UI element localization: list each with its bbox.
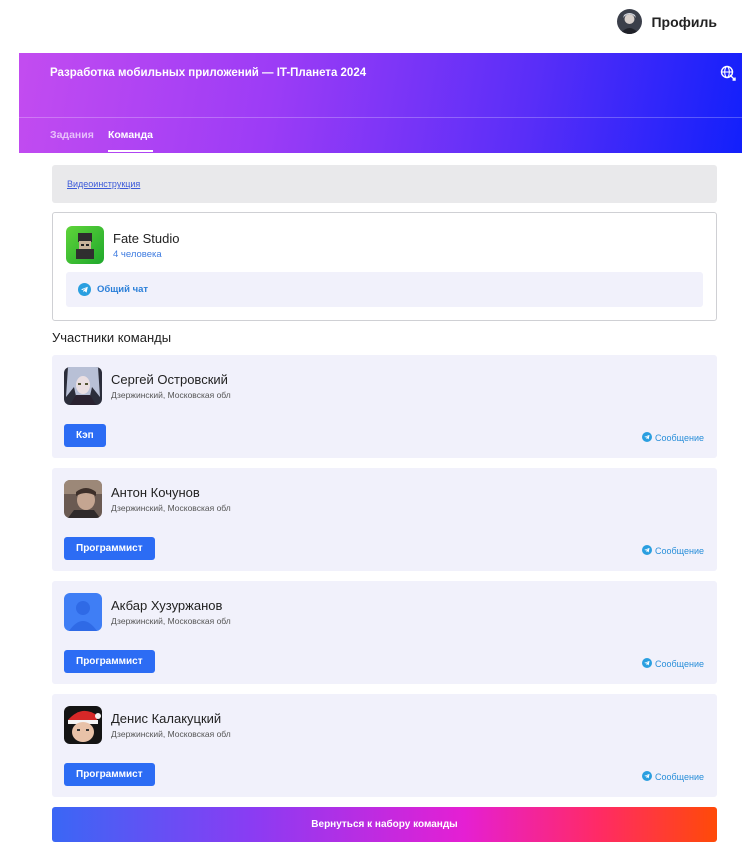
back-to-team-recruitment-button[interactable]: Вернуться к набору команды: [52, 807, 717, 842]
telegram-icon: [642, 768, 653, 786]
team-card: Fate Studio 4 человека Общий чат: [52, 212, 717, 321]
anime-avatar: [64, 367, 102, 405]
profile-link[interactable]: Профиль: [617, 9, 717, 34]
team-chat-button[interactable]: Общий чат: [66, 272, 703, 307]
event-title: Разработка мобильных приложений — IT-Пла…: [50, 67, 367, 79]
telegram-icon: [78, 283, 91, 301]
default-user-avatar: [64, 593, 102, 631]
team-logo: [66, 226, 104, 264]
video-instruction-bar: Видеоинструкция: [52, 165, 717, 203]
member-name: Денис Калакуцкий: [111, 711, 222, 726]
profile-avatar: [617, 9, 643, 34]
member-role-badge[interactable]: Программист: [64, 763, 155, 786]
globe-icon[interactable]: [720, 65, 736, 81]
member-card: Антон Кочунов Дзержинский, Московская об…: [52, 468, 717, 571]
profile-label: Профиль: [651, 13, 717, 30]
telegram-icon: [642, 655, 653, 673]
team-member-count: 4 человека: [113, 249, 162, 260]
event-banner: Разработка мобильных приложений — IT-Пла…: [19, 53, 742, 153]
member-role-badge[interactable]: Программист: [64, 537, 155, 560]
message-label: Сообщение: [655, 659, 704, 669]
member-name: Антон Кочунов: [111, 485, 200, 500]
message-button[interactable]: Сообщение: [642, 768, 704, 786]
member-card: Сергей Островский Дзержинский, Московска…: [52, 355, 717, 458]
video-instruction-link[interactable]: Видеоинструкция: [67, 179, 140, 189]
santa-hat-avatar: [64, 706, 102, 744]
photo-avatar: [64, 480, 102, 518]
member-role-badge[interactable]: Программист: [64, 650, 155, 673]
member-location: Дзержинский, Московская обл: [111, 616, 231, 626]
tab-tasks[interactable]: Задания: [50, 129, 94, 141]
top-bar: Профиль: [0, 0, 742, 46]
message-button[interactable]: Сообщение: [642, 429, 704, 447]
team-chat-label: Общий чат: [97, 284, 149, 295]
member-role-badge[interactable]: Кэп: [64, 424, 106, 447]
message-label: Сообщение: [655, 772, 704, 782]
message-button[interactable]: Сообщение: [642, 542, 704, 560]
tab-team[interactable]: Команда: [108, 129, 153, 152]
member-card: Денис Калакуцкий Дзержинский, Московская…: [52, 694, 717, 797]
message-label: Сообщение: [655, 546, 704, 556]
member-name: Акбар Хузуржанов: [111, 598, 223, 613]
banner-divider: [19, 117, 742, 118]
member-location: Дзержинский, Московская обл: [111, 390, 231, 400]
team-name: Fate Studio: [113, 231, 180, 246]
member-name: Сергей Островский: [111, 372, 228, 387]
message-label: Сообщение: [655, 433, 704, 443]
member-location: Дзержинский, Московская обл: [111, 503, 231, 513]
telegram-icon: [642, 542, 653, 560]
message-button[interactable]: Сообщение: [642, 655, 704, 673]
telegram-icon: [642, 429, 653, 447]
members-section-title: Участники команды: [52, 330, 172, 345]
member-card: Акбар Хузуржанов Дзержинский, Московская…: [52, 581, 717, 684]
member-location: Дзержинский, Московская обл: [111, 729, 231, 739]
